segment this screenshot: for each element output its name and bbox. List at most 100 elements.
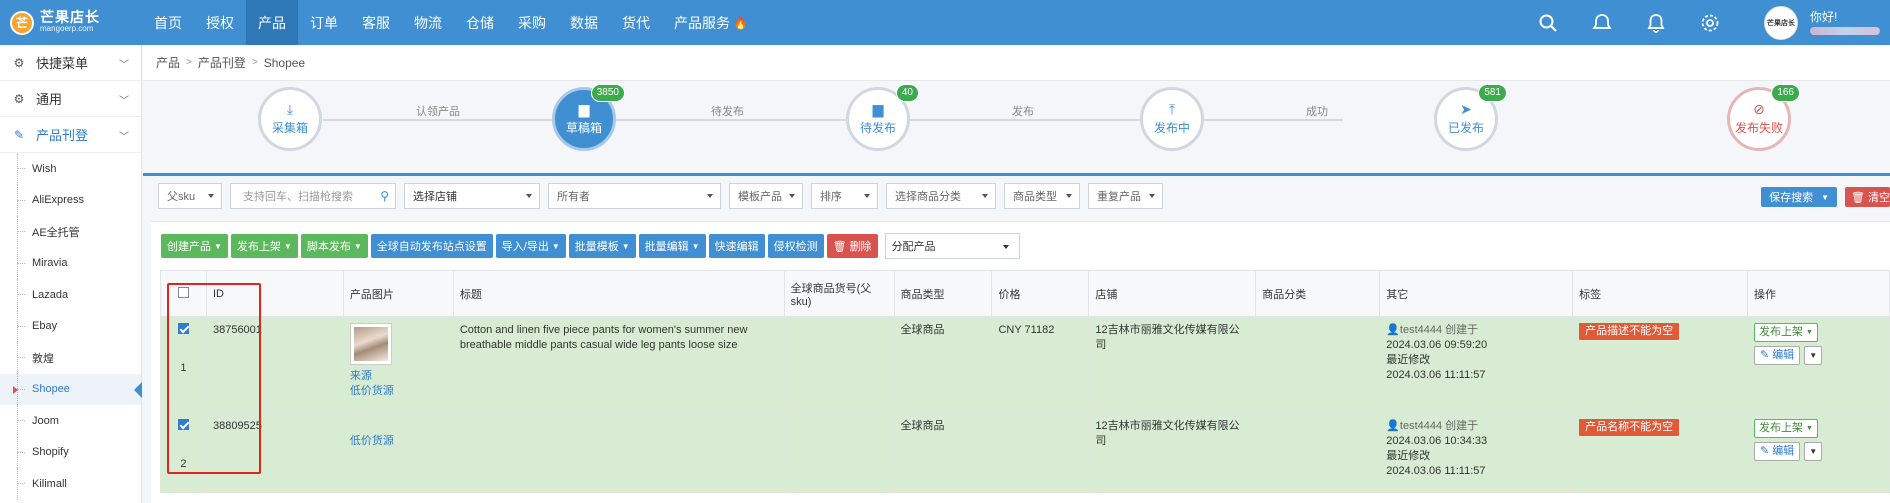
sidebar-item-shopee[interactable]: Shopee bbox=[0, 373, 142, 405]
select-value: 模板产品 bbox=[738, 191, 782, 203]
search-input[interactable]: 支持回车、扫描枪搜索 ⚲ bbox=[230, 183, 396, 209]
nav-orders[interactable]: 订单 bbox=[298, 0, 350, 45]
batch-edit-button[interactable]: 批量编辑 ▼ bbox=[638, 234, 706, 258]
save-search-button[interactable]: 保存搜索 ▼ bbox=[1761, 187, 1837, 207]
row-more-dropdown[interactable]: ▼ bbox=[1804, 442, 1823, 461]
nav-warehouse[interactable]: 仓储 bbox=[454, 0, 506, 45]
nav-home[interactable]: 首页 bbox=[142, 0, 194, 45]
sidebar-item-joom[interactable]: Joom bbox=[0, 405, 141, 437]
step-collection-box[interactable]: ⤓ 采集箱 bbox=[258, 87, 322, 151]
button-label: 批量编辑 bbox=[644, 241, 689, 253]
settings-gear-icon[interactable] bbox=[1700, 13, 1720, 33]
product-thumbnail[interactable] bbox=[349, 323, 392, 365]
select-value: 选择商品分类 bbox=[895, 191, 961, 203]
nav-freight-forwarder[interactable]: 货代 bbox=[610, 0, 662, 45]
step-label: 草稿箱 bbox=[565, 121, 602, 135]
owner-select[interactable]: 所有者 bbox=[548, 183, 721, 209]
save-search-label: 保存搜索 bbox=[1769, 192, 1814, 204]
row-more-dropdown[interactable]: ▼ bbox=[1804, 346, 1823, 365]
step-draft-box[interactable]: ▆ 草稿箱 3850 bbox=[552, 84, 625, 151]
column-header-other: 其它 bbox=[1379, 270, 1574, 317]
low-price-source-link[interactable]: 低价货源 bbox=[350, 384, 447, 399]
sidebar-section-label: 快捷菜单 bbox=[36, 56, 89, 71]
product-list-panel: 创建产品 ▼ 发布上架 ▼ 脚本发布 ▼ 全球自动发布站点设置 导入/导出 ▼ 批量模板… bbox=[151, 221, 1890, 503]
column-header-title[interactable]: 标题 bbox=[452, 270, 785, 317]
gear-icon: ⚙ bbox=[13, 91, 25, 106]
import-export-button[interactable]: 导入/导出 ▼ bbox=[495, 234, 566, 258]
sidebar-item-lazada[interactable]: Lazada bbox=[0, 279, 141, 311]
nav-product[interactable]: 产品 bbox=[246, 0, 298, 45]
table-row[interactable]: 1 38756001 来源 低价货源 Cotton and linen five… bbox=[160, 316, 1890, 413]
sidebar-item-wish[interactable]: Wish bbox=[0, 153, 141, 185]
upload-icon: ⤒ bbox=[1168, 101, 1176, 117]
global-auto-publish-button[interactable]: 全球自动发布站点设置 bbox=[370, 234, 493, 258]
search-icon[interactable] bbox=[1538, 13, 1558, 33]
infringement-check-button[interactable]: 侵权检测 bbox=[767, 234, 824, 258]
row-edit-button[interactable]: ✎ 编辑 bbox=[1753, 346, 1801, 365]
clear-button[interactable]: 🗑 清空 bbox=[1845, 187, 1890, 207]
nav-product-services[interactable]: 产品服务 🔥 bbox=[662, 0, 760, 45]
row-image-cell: 低价货源 bbox=[342, 412, 454, 493]
user-info[interactable]: 你好! bbox=[1810, 10, 1890, 35]
row-other-cell: 👤test4444 创建于 2024.03.06 09:59:20 最近修改 2… bbox=[1379, 316, 1574, 413]
sort-select[interactable]: 排序 bbox=[811, 183, 878, 209]
sidebar-item-ebay[interactable]: Ebay bbox=[0, 310, 141, 343]
sidebar-item-kilimall[interactable]: Kilimall bbox=[0, 468, 141, 500]
store-select[interactable]: 选择店铺 bbox=[404, 183, 540, 209]
brand-logo[interactable]: 芒 芒果店长 mangoerp.com bbox=[0, 0, 142, 45]
table-row[interactable]: 2 38809525 低价货源 全球商品 12吉林市丽雅文化传媒有限公司 👤te… bbox=[160, 412, 1890, 493]
sidebar-section-product-listing[interactable]: ✎ 产品刊登 ﹀ bbox=[0, 117, 141, 153]
created-label: 创建于 bbox=[1445, 324, 1479, 336]
select-all-checkbox[interactable] bbox=[177, 286, 189, 298]
breadcrumb-product[interactable]: 产品 bbox=[156, 54, 180, 71]
row-checkbox[interactable] bbox=[177, 419, 189, 430]
column-header-price[interactable]: 价格 bbox=[991, 270, 1090, 317]
low-price-source-link[interactable]: 低价货源 bbox=[350, 434, 447, 449]
notification-bell-icon[interactable] bbox=[1646, 13, 1666, 33]
sidebar-section-general[interactable]: ⚙ 通用 ﹀ bbox=[0, 81, 141, 117]
breadcrumb-product-listing[interactable]: 产品刊登 bbox=[198, 54, 246, 71]
step-published[interactable]: ➤ 已发布 581 bbox=[1434, 84, 1507, 151]
product-category-select[interactable]: 选择商品分类 bbox=[886, 183, 996, 209]
step-pending-publish[interactable]: ▆ 待发布 40 bbox=[846, 84, 919, 151]
row-checkbox[interactable] bbox=[177, 323, 189, 334]
nav-data[interactable]: 数据 bbox=[558, 0, 610, 45]
row-global-sku bbox=[783, 316, 895, 413]
row-edit-button[interactable]: ✎ 编辑 bbox=[1753, 442, 1801, 461]
sku-type-select[interactable]: 父sku bbox=[158, 183, 222, 209]
batch-template-button[interactable]: 批量模板 ▼ bbox=[568, 234, 636, 258]
create-product-button[interactable]: 创建产品 ▼ bbox=[161, 234, 228, 258]
delete-button[interactable]: 🗑 删除 bbox=[826, 234, 878, 258]
source-link[interactable]: 来源 bbox=[350, 369, 447, 384]
sidebar-item-ae-full-custody[interactable]: AE全托管 bbox=[0, 216, 141, 248]
sidebar-item-dhgate[interactable]: 敦煌 bbox=[0, 342, 141, 374]
product-type-select[interactable]: 商品类型 bbox=[1004, 183, 1080, 209]
script-publish-button[interactable]: 脚本发布 ▼ bbox=[300, 234, 368, 258]
row-publish-button[interactable]: 发布上架 ▼ bbox=[1753, 323, 1818, 342]
modified-label: 最近修改 bbox=[1386, 354, 1431, 366]
folder-icon: ▆ bbox=[578, 101, 590, 117]
publish-button[interactable]: 发布上架 ▼ bbox=[230, 234, 298, 258]
sidebar-item-shopify[interactable]: Shopify bbox=[0, 436, 141, 469]
quick-edit-button[interactable]: 快速编辑 bbox=[708, 234, 765, 258]
nav-logistics[interactable]: 物流 bbox=[402, 0, 454, 45]
step-publish-failed[interactable]: ⊘ 发布失败 166 bbox=[1727, 84, 1800, 151]
nav-purchase[interactable]: 采购 bbox=[506, 0, 558, 45]
step-label: 发布中 bbox=[1153, 121, 1190, 135]
step-publishing[interactable]: ⤒ 发布中 bbox=[1140, 87, 1204, 151]
sidebar-section-quick-menu[interactable]: ⚙ 快捷菜单 ﹀ bbox=[0, 45, 141, 81]
chat-bell-icon[interactable] bbox=[1592, 13, 1612, 33]
sidebar-item-aliexpress[interactable]: AliExpress bbox=[0, 184, 141, 217]
duplicate-product-select[interactable]: 重复产品 bbox=[1088, 183, 1163, 209]
product-table: ID 产品图片 标题 全球商品货号(父sku) 商品类型 价格 店铺 商品分类 … bbox=[160, 270, 1890, 493]
row-publish-button[interactable]: 发布上架 ▼ bbox=[1753, 419, 1818, 438]
column-header-id[interactable]: ID bbox=[205, 270, 344, 317]
template-product-select[interactable]: 模板产品 bbox=[729, 183, 803, 209]
select-value: 排序 bbox=[820, 191, 842, 203]
sidebar-item-miravia[interactable]: Miravia bbox=[0, 247, 141, 280]
count-badge: 40 bbox=[895, 84, 919, 102]
nav-customer-service[interactable]: 客服 bbox=[350, 0, 402, 45]
assign-product-select[interactable]: 分配产品 bbox=[884, 233, 1020, 259]
user-avatar[interactable]: 芒果店长 bbox=[1764, 5, 1798, 40]
nav-authorize[interactable]: 授权 bbox=[194, 0, 246, 45]
